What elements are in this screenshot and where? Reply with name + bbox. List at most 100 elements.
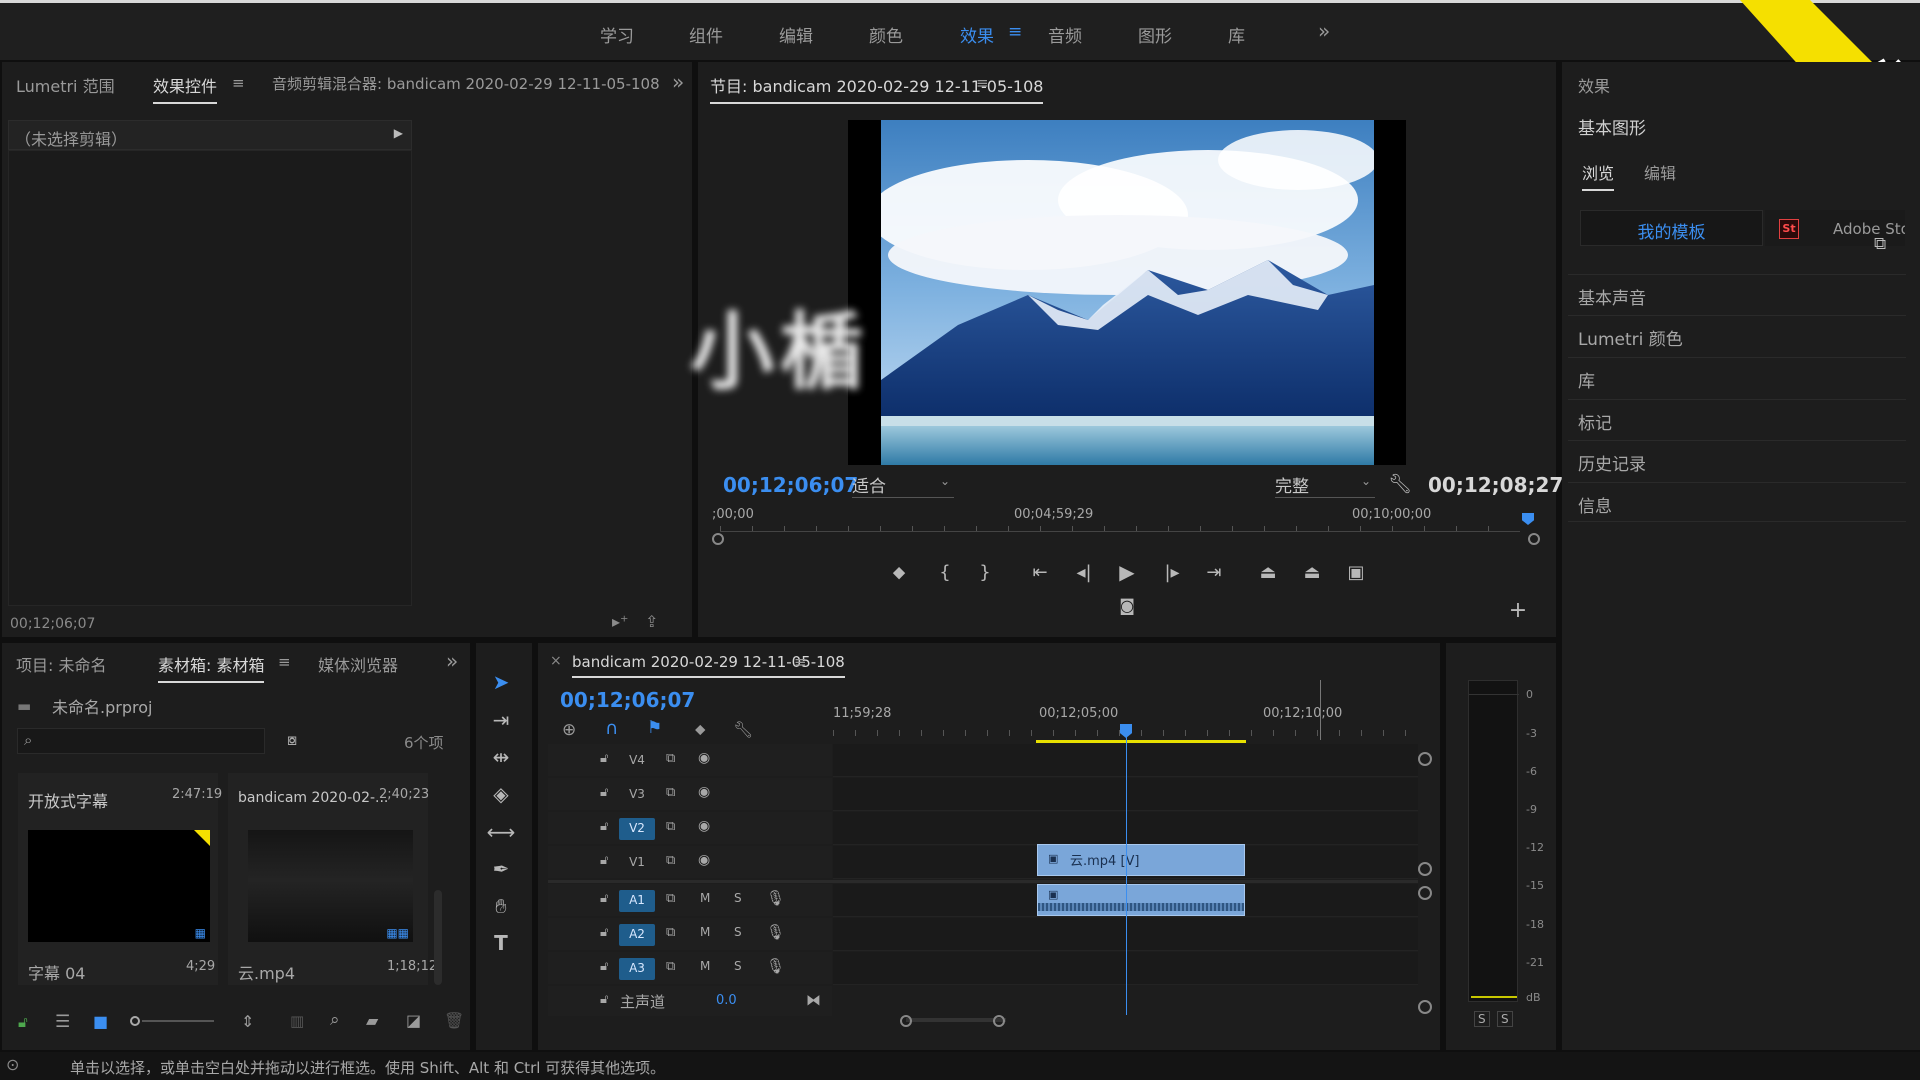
sequence-menu-icon[interactable]: ≡ [794,653,807,671]
export-frame-camera-icon[interactable]: ◙ [1115,596,1139,615]
vscroll-a-handle[interactable] [1418,886,1432,900]
close-sequence-icon[interactable]: × [550,653,562,669]
new-bin-icon[interactable]: ▰ [366,1011,378,1030]
eye-icon[interactable]: ◉ [698,818,710,834]
slip-tool-icon[interactable]: ⟷ [484,820,518,850]
tab-edit[interactable]: 编辑 [1644,160,1676,184]
eye-icon[interactable]: ◉ [698,750,710,766]
workspace-menu-icon[interactable]: ≡ [1008,22,1022,42]
wrench-icon[interactable]: 🔧︎ [1388,472,1412,495]
selection-tool-icon[interactable]: ➤ [484,670,518,700]
list-view-icon[interactable]: ☰ [55,1012,70,1032]
effects-title[interactable]: 效果 [1578,73,1610,97]
workspace-audio[interactable]: 音频 [1048,22,1082,47]
master-volume-value[interactable]: 0.0 [716,993,737,1008]
clear-icon[interactable]: 🗑︎ [444,1011,464,1030]
tab-lumetri-scopes[interactable]: Lumetri 范围 [16,73,115,97]
bin-menu-icon[interactable]: ≡ [278,653,291,671]
tab-browse[interactable]: 浏览 [1582,160,1615,191]
section-info[interactable]: 信息 [1568,482,1906,522]
play-icon[interactable]: ▶ [1115,560,1139,584]
workspace-libraries[interactable]: 库 [1228,22,1245,47]
tab-bin[interactable]: 素材箱: 素材箱 [158,652,265,683]
zoom-slider[interactable] [130,1016,214,1026]
meter-solo-left[interactable]: S [1474,1011,1490,1027]
workspace-learn[interactable]: 学习 [600,22,634,47]
program-video[interactable] [848,120,1406,465]
workspace-color[interactable]: 颜色 [869,22,903,47]
go-to-in-icon[interactable]: ⇤ [1028,562,1052,583]
new-search-bin-icon[interactable]: ⧇ [287,730,297,750]
workspace-effects[interactable]: 效果 [960,22,994,47]
mute-button[interactable]: M [700,891,710,905]
sort-icon[interactable]: ⇕ [241,1012,254,1031]
track-target-a1[interactable]: A1 [619,890,655,912]
panel-overflow-icon[interactable]: » [446,649,458,673]
snap-icon[interactable]: ∩ [605,718,618,739]
lock-icon[interactable]: 🔓︎ [600,925,608,940]
timeline-timecode[interactable]: 00;12;06;07 [560,688,695,712]
track-target-v2[interactable]: V2 [619,818,655,840]
microphone-icon[interactable]: 🎙︎ [766,889,785,907]
filter-icon[interactable]: ▸⁺ [612,612,628,631]
step-back-icon[interactable]: ◂| [1072,562,1096,583]
pen-tool-icon[interactable]: ✒ [484,857,518,887]
timeline-settings-icon[interactable]: 🔧︎ [733,720,753,739]
section-libraries[interactable]: 库 [1568,357,1906,397]
lock-icon[interactable]: 🔓︎ [600,959,608,974]
section-markers[interactable]: 标记 [1568,399,1906,439]
add-marker-icon[interactable]: ⬥ [695,720,706,738]
meter-solo-right[interactable]: S [1497,1011,1513,1027]
bin-item-captions[interactable]: 开放式字幕 2:47:19 ▦ 字幕 04 4;29 [18,773,222,985]
playhead-marker[interactable] [1522,513,1534,525]
section-essential-sound[interactable]: 基本声音 [1568,274,1906,314]
ripple-edit-tool-icon[interactable]: ⇹ [484,745,518,775]
new-item-icon[interactable]: ◪ [406,1011,421,1030]
tab-media-browser[interactable]: 媒体浏览器 [318,652,398,676]
find-icon[interactable]: ⌕ [330,1010,340,1030]
search-input[interactable]: ⌕ [17,728,265,754]
sync-lock-icon[interactable]: ⧉ [666,891,675,906]
track-select-tool-icon[interactable]: ⇥ [484,708,518,738]
add-button-icon[interactable]: + [1506,598,1530,623]
go-to-out-icon[interactable]: ⇥ [1202,562,1226,583]
mute-button[interactable]: M [700,925,710,939]
panel-overflow-icon[interactable]: » [672,70,684,94]
lock-icon[interactable]: 🔓︎ [600,819,608,834]
linked-selection-icon[interactable]: ⚑ [647,718,662,738]
nest-icon[interactable]: ⊕ [562,720,576,740]
eye-icon[interactable]: ◉ [698,784,710,800]
automate-icon[interactable]: ▥ [290,1012,304,1030]
section-lumetri-color[interactable]: Lumetri 颜色 [1568,315,1906,355]
hand-tool-icon[interactable]: ✋︎ [484,894,518,924]
bowtie-icon[interactable]: ⧓ [806,991,821,1009]
compare-icon[interactable]: ▣ [1344,562,1368,583]
program-menu-icon[interactable]: ≡ [976,74,989,92]
tab-effect-controls[interactable]: 效果控件 [153,73,218,104]
essential-graphics-title[interactable]: 基本图形 [1578,114,1646,139]
workspace-assembly[interactable]: 组件 [689,22,723,47]
hscroll-left-handle[interactable] [900,1015,912,1027]
lock-icon[interactable]: 🔓︎ [600,992,608,1007]
quality-select[interactable]: 完整 ⌄ [1275,472,1375,498]
range-end-handle[interactable] [1528,533,1540,545]
sync-lock-icon[interactable]: ⧉ [666,925,675,940]
zoom-select[interactable]: 适合 ⌄ [852,472,954,498]
lock-icon[interactable]: 🔓︎ [600,853,608,868]
video-clip[interactable]: ▣ 云.mp4 [V] [1037,844,1245,876]
microphone-icon[interactable]: 🎙︎ [766,923,785,941]
workspace-overflow-button[interactable]: » [1318,19,1330,43]
my-templates-button[interactable]: 我的模板 [1580,210,1763,246]
solo-button[interactable]: S [734,925,742,939]
mute-button[interactable]: M [700,959,710,973]
panel-menu-icon[interactable]: ≡ [232,74,245,92]
workspace-editing[interactable]: 编辑 [779,22,813,47]
track-target-a2[interactable]: A2 [619,924,655,946]
razor-tool-icon[interactable]: ◈ [484,782,518,812]
mark-out-icon[interactable]: } [973,562,997,583]
export-icon[interactable]: ⇪ [645,612,658,631]
type-tool-icon[interactable]: T [484,931,518,961]
program-current-timecode[interactable]: 00;12;06;07 [723,473,858,497]
icon-view-icon[interactable]: ■ [93,1012,108,1031]
sync-lock-icon[interactable]: ⧉ [666,819,675,834]
